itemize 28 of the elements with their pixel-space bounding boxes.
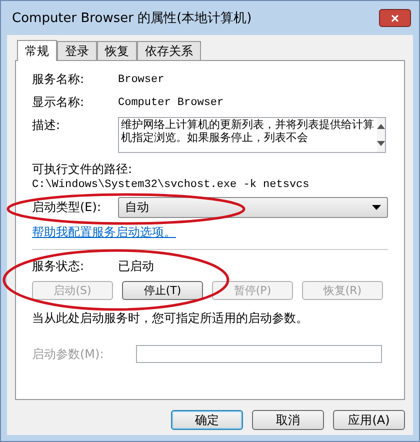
window-title: Computer Browser 的属性(本地计算机) [12,10,252,27]
field-label: 显示名称: [32,94,86,111]
dialog-button[interactable]: 取消 [252,410,324,430]
tab[interactable]: 登录 [57,41,97,60]
field-label: 服务名称: [32,71,86,88]
status-value: 已启动 [118,258,154,275]
scroll-down-icon[interactable] [376,141,385,146]
tab[interactable]: 依存关系 [137,41,201,60]
description-box[interactable]: 维护网络上计算机的更新列表，并将列表提供给计算机指定浏览。如果服务停止，列表不会 [118,117,386,153]
field-label: 启动类型(E): [32,199,102,216]
dialog-button[interactable]: 应用(A) [333,410,405,430]
note-text: 当从此处启动服务时，您可指定所适用的启动参数。 [32,310,309,327]
help-link[interactable]: 帮助我配置服务启动选项。 [32,224,388,241]
scroll-up-icon[interactable] [376,124,385,129]
dropdown-arrow-icon [372,205,381,210]
field-label: 描述: [32,117,62,134]
service-button[interactable]: 停止(T) [122,281,203,300]
startup-type-dropdown[interactable]: 自动 [118,197,388,218]
field-label: 服务状态: [32,258,86,275]
field-label: 启动参数(M): [32,346,105,362]
close-button[interactable]: × [379,9,411,27]
tab[interactable]: 恢复 [97,41,137,60]
path-label: 可执行文件的路径: [32,161,134,178]
field-value: Browser [118,74,164,86]
field-value: Computer Browser [118,96,224,108]
dialog-button[interactable]: 确定 [171,410,243,430]
path-value: C:\Windows\System32\svchost.exe -k netsvcs [32,179,310,191]
tab[interactable]: 常规 [17,40,57,61]
